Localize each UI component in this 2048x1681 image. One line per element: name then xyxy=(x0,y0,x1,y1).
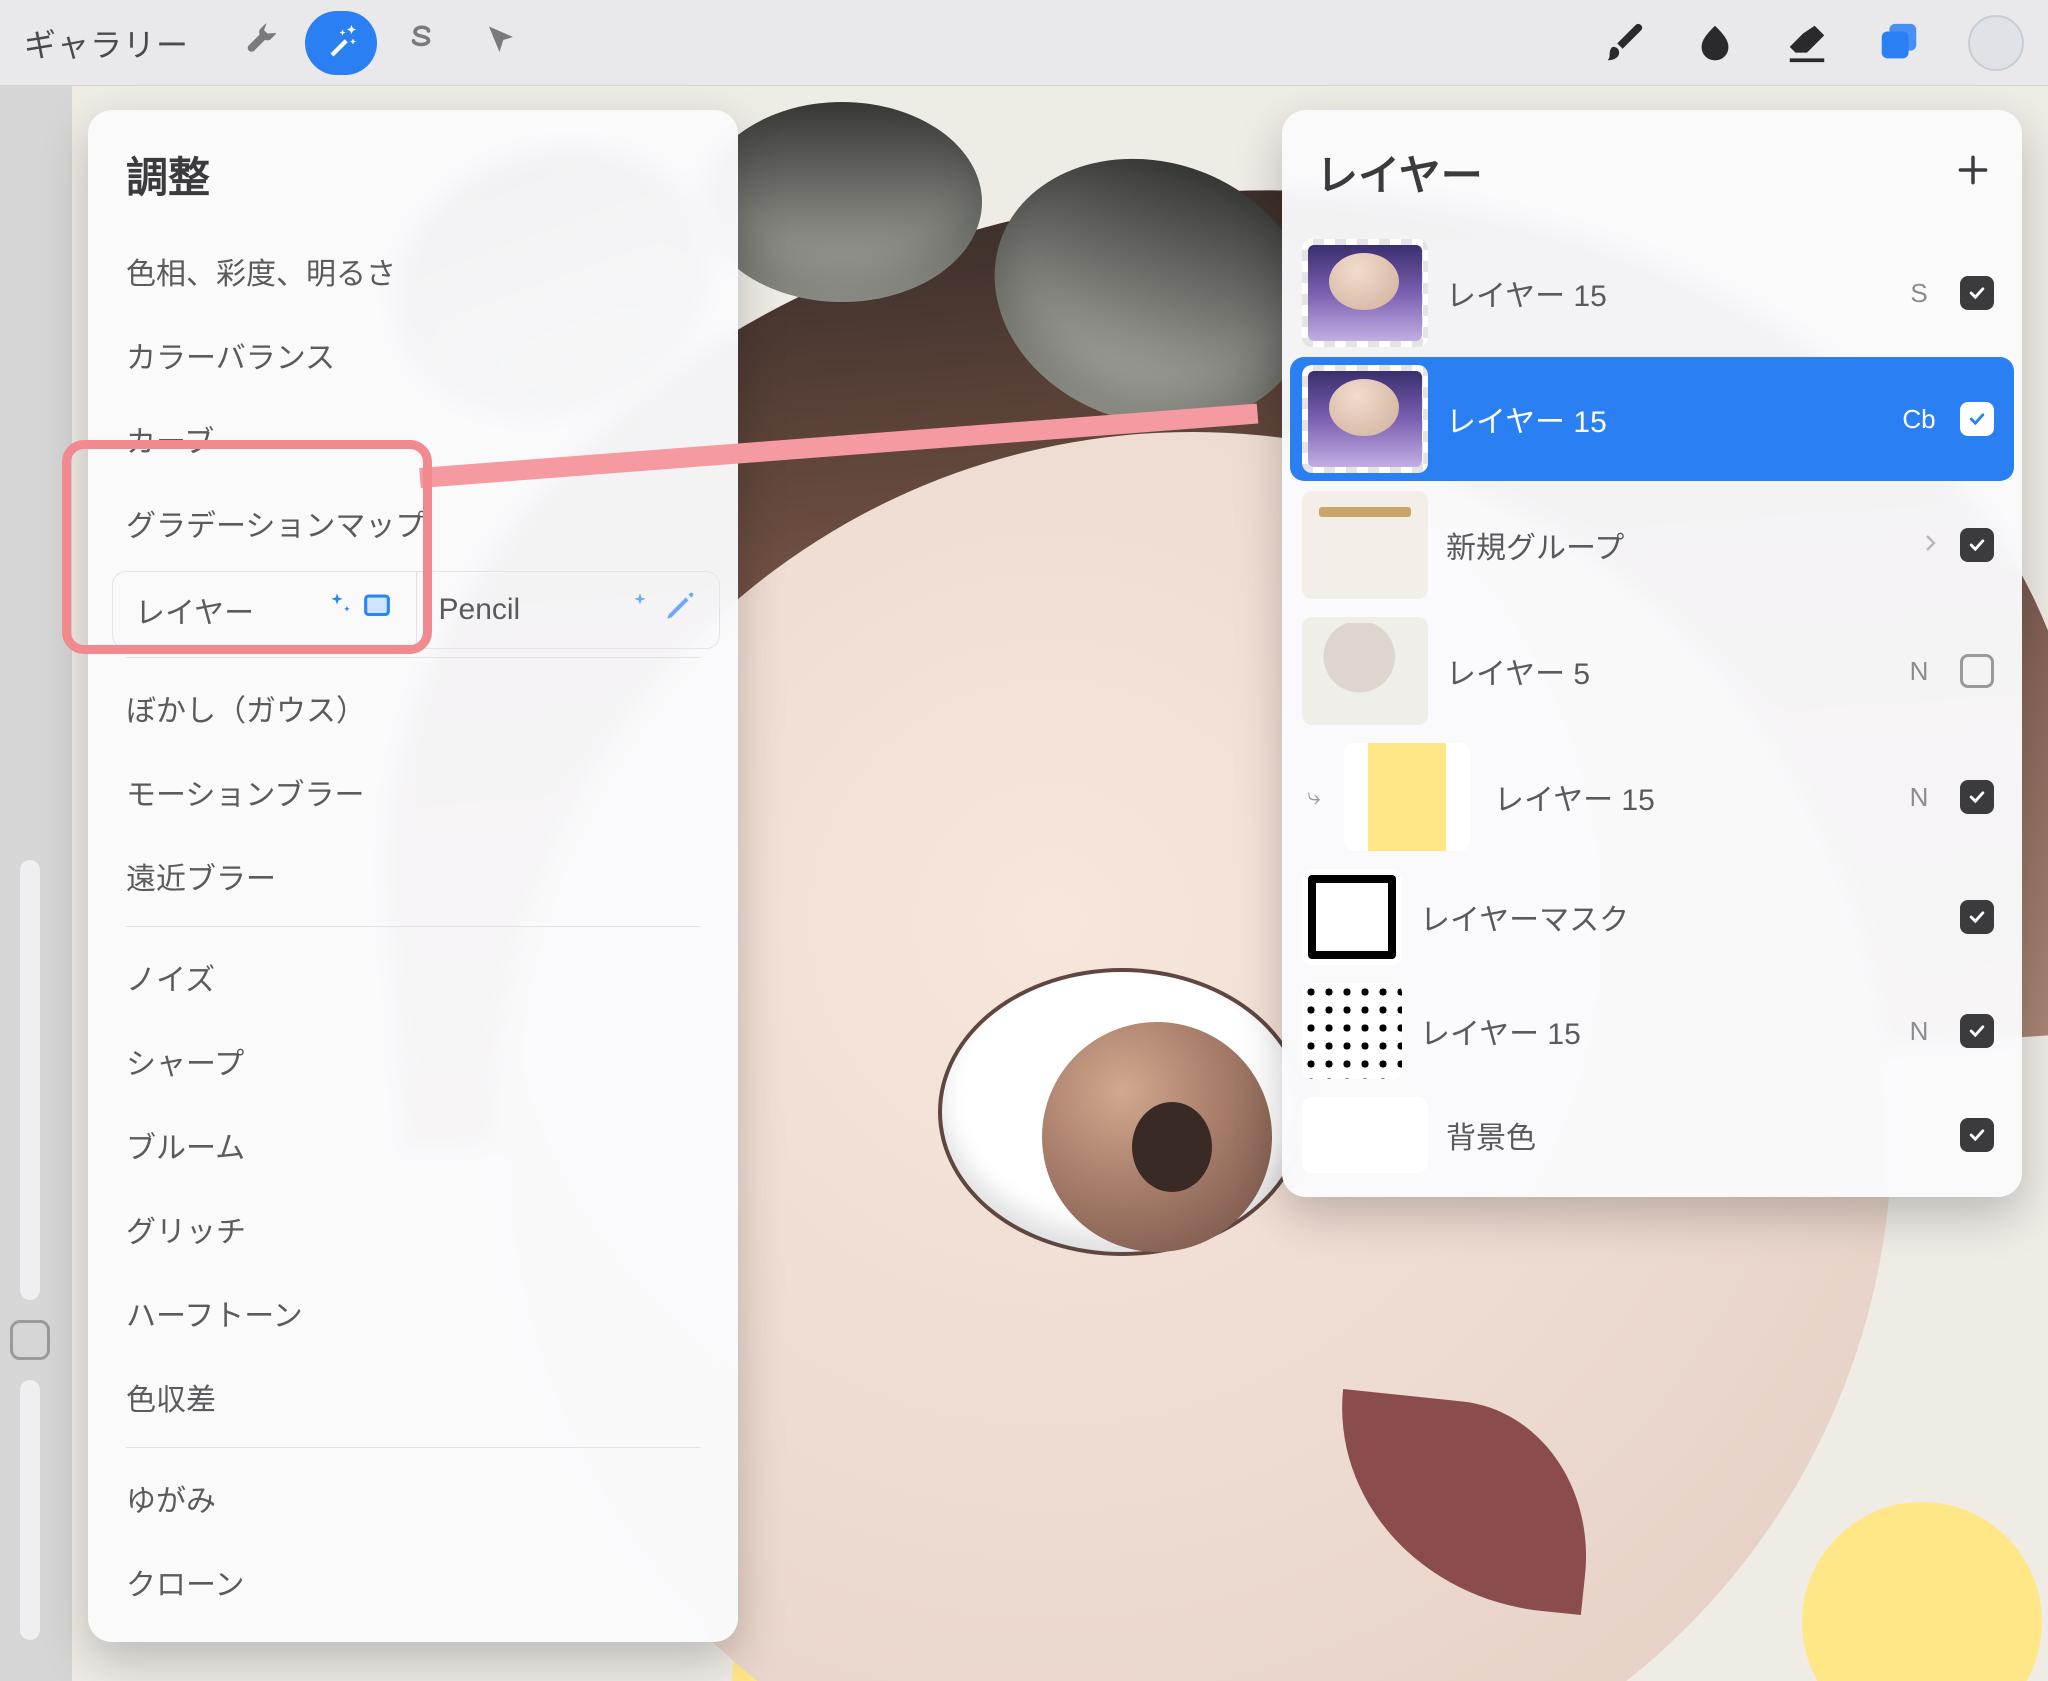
layer-thumbnail xyxy=(1302,617,1428,725)
adjust-perspective-blur[interactable]: 遠近ブラー xyxy=(88,834,738,918)
layer-name: 背景色 xyxy=(1446,1113,1878,1157)
sparkle-icon xyxy=(320,589,354,631)
layer-name: レイヤー 15 xyxy=(1446,397,1878,441)
smudge-button[interactable] xyxy=(1692,20,1738,66)
layer-thumbnail xyxy=(1302,491,1428,599)
adjust-glitch[interactable]: グリッチ xyxy=(88,1187,738,1271)
layer-name: 新規グループ xyxy=(1446,523,1900,567)
layer-visibility-checkbox[interactable] xyxy=(1960,1014,1994,1048)
layers-title: レイヤー xyxy=(1316,142,1483,203)
adjustments-button[interactable] xyxy=(305,11,377,75)
arrow-cursor-icon xyxy=(483,22,519,63)
adjust-target-pencil-label: Pencil xyxy=(439,593,521,627)
layer-visibility-checkbox[interactable] xyxy=(1960,900,1994,934)
layer-group-row[interactable]: 新規グループ xyxy=(1290,483,2014,607)
layer-visibility-checkbox[interactable] xyxy=(1960,276,1994,310)
layer-thumbnail xyxy=(1302,983,1402,1079)
layer-blend-mode[interactable]: N xyxy=(1896,1016,1942,1047)
layer-thumbnail xyxy=(1302,869,1402,965)
layer-visibility-checkbox[interactable] xyxy=(1960,780,1994,814)
adjust-bloom[interactable]: ブルーム xyxy=(88,1103,738,1187)
reference-icon: ⤷ xyxy=(1302,783,1326,811)
layer-name: レイヤー 15 xyxy=(1420,1009,1878,1053)
layers-icon xyxy=(1876,20,1922,66)
color-picker-button[interactable] xyxy=(1968,15,2024,71)
side-sliders xyxy=(8,860,52,1640)
selection-button[interactable] xyxy=(385,11,457,75)
adjust-target-layer-label: レイヤー xyxy=(135,588,254,632)
layer-thumbnail xyxy=(1302,239,1428,347)
canvas-shape xyxy=(1132,1102,1212,1192)
adjust-target-row: レイヤー Pencil xyxy=(112,571,720,649)
background-layer-row[interactable]: 背景色 xyxy=(1290,1089,2014,1181)
adjustments-panel: 調整 色相、彩度、明るさ カラーバランス カーブ グラデーションマップ レイヤー… xyxy=(88,110,738,1642)
layer-name: レイヤー 5 xyxy=(1446,649,1878,693)
layer-blend-mode[interactable]: S xyxy=(1896,278,1942,309)
adjust-sharpen[interactable]: シャープ xyxy=(88,1019,738,1103)
adjust-curves[interactable]: カーブ xyxy=(88,397,738,481)
top-toolbar: ギャラリー xyxy=(0,0,2048,86)
adjust-motion-blur[interactable]: モーションブラー xyxy=(88,750,738,834)
modify-button[interactable] xyxy=(10,1320,50,1360)
layer-row[interactable]: レイヤー 5 N xyxy=(1290,609,2014,733)
brush-button[interactable] xyxy=(1600,20,1646,66)
layer-row-selected[interactable]: レイヤー 15 Cb xyxy=(1290,357,2014,481)
pencil-icon xyxy=(663,589,697,631)
brush-opacity-slider[interactable] xyxy=(20,1380,40,1640)
chevron-right-icon xyxy=(1918,531,1942,560)
brush-size-slider[interactable] xyxy=(20,860,40,1300)
adjust-gradient-map[interactable]: グラデーションマップ xyxy=(88,481,738,565)
layer-name: レイヤーマスク xyxy=(1420,895,1878,939)
layer-row[interactable]: レイヤー 15 S xyxy=(1290,231,2014,355)
adjustments-title: 調整 xyxy=(88,110,738,229)
layer-thumbnail xyxy=(1344,743,1470,851)
layer-visibility-checkbox[interactable] xyxy=(1960,1118,1994,1152)
layer-visibility-checkbox[interactable] xyxy=(1960,528,1994,562)
layer-name: レイヤー 15 xyxy=(1494,775,1878,819)
smudge-icon xyxy=(1692,20,1738,66)
adjust-clone[interactable]: クローン xyxy=(88,1540,738,1624)
plus-icon xyxy=(1954,176,1992,193)
layer-blend-mode[interactable]: N xyxy=(1896,656,1942,687)
gallery-button[interactable]: ギャラリー xyxy=(24,20,189,66)
layer-blend-mode[interactable]: N xyxy=(1896,782,1942,813)
layer-visibility-checkbox[interactable] xyxy=(1960,654,1994,688)
adjust-liquify[interactable]: ゆがみ xyxy=(88,1456,738,1540)
adjust-gaussian-blur[interactable]: ぼかし（ガウス） xyxy=(88,666,738,750)
adjust-target-layer[interactable]: レイヤー xyxy=(113,572,416,648)
adjust-target-pencil[interactable]: Pencil xyxy=(416,572,720,648)
canvas-shape xyxy=(702,102,982,302)
eraser-icon xyxy=(1784,20,1830,66)
layer-mask-row[interactable]: レイヤーマスク xyxy=(1290,861,2014,973)
layer-row[interactable]: レイヤー 15 N xyxy=(1290,975,2014,1087)
eraser-button[interactable] xyxy=(1784,20,1830,66)
layer-thumbnail xyxy=(1302,1097,1428,1173)
canvas-shape xyxy=(1802,1502,2042,1681)
adjust-hsb[interactable]: 色相、彩度、明るさ xyxy=(88,229,738,313)
adjust-noise[interactable]: ノイズ xyxy=(88,935,738,1019)
adjust-halftone[interactable]: ハーフトーン xyxy=(88,1271,738,1355)
layers-button[interactable] xyxy=(1876,20,1922,66)
magic-wand-icon xyxy=(323,22,359,63)
layer-visibility-checkbox[interactable] xyxy=(1960,402,1994,436)
wrench-icon xyxy=(243,22,279,63)
selection-s-icon xyxy=(403,22,439,63)
layer-chip-icon xyxy=(360,589,394,631)
transform-button[interactable] xyxy=(465,11,537,75)
actions-button[interactable] xyxy=(225,11,297,75)
layer-name: レイヤー 15 xyxy=(1446,271,1878,315)
brush-icon xyxy=(1600,20,1646,66)
layer-row[interactable]: ⤷ レイヤー 15 N xyxy=(1290,735,2014,859)
adjust-chromatic-aberration[interactable]: 色収差 xyxy=(88,1355,738,1439)
layer-thumbnail xyxy=(1302,365,1428,473)
layer-blend-mode[interactable]: Cb xyxy=(1896,404,1942,435)
adjust-color-balance[interactable]: カラーバランス xyxy=(88,313,738,397)
layers-panel: レイヤー レイヤー 15 S レイヤー 15 Cb 新規グループ レイヤー 5 … xyxy=(1282,110,2022,1197)
add-layer-button[interactable] xyxy=(1954,151,1992,194)
sparkle-icon xyxy=(623,589,657,631)
